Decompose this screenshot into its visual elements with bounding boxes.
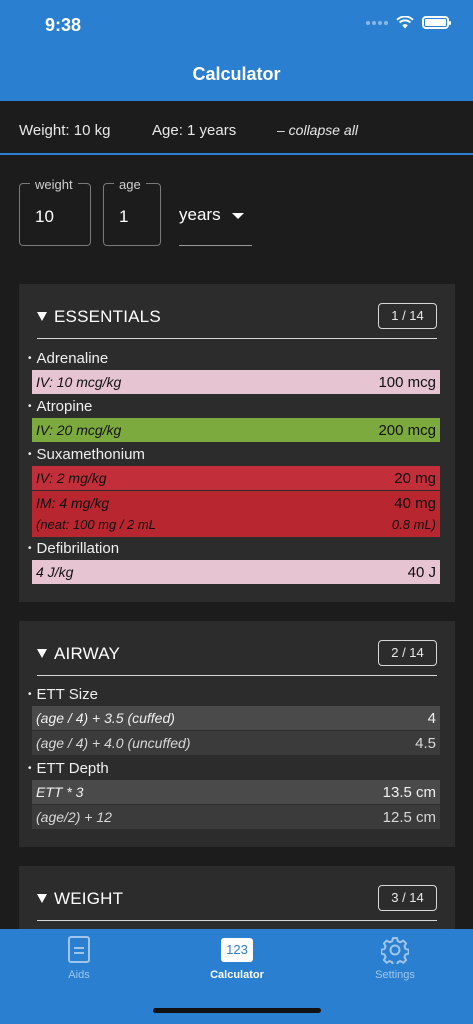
document-icon [68, 936, 90, 963]
summary-age: Age: 1 years [152, 122, 237, 139]
battery-icon [422, 16, 451, 29]
formula-row: (age/2) + 12 12.5 cm [32, 805, 440, 829]
weight-badge: 3 / 14 [378, 885, 437, 911]
tab-calculator[interactable]: 123 Calculator [158, 929, 316, 989]
tab-settings-label: Settings [375, 969, 415, 981]
weight-field-label: weight [30, 177, 78, 192]
calculator-icon: 123 [221, 938, 253, 962]
weight-header[interactable]: WEIGHT 3 / 14 [37, 883, 437, 921]
status-time: 9:38 [45, 15, 82, 35]
essentials-card: ESSENTIALS 1 / 14 • Adrenaline IV: 10 mcg… [19, 284, 455, 602]
home-indicator [153, 1008, 321, 1013]
tab-calculator-label: Calculator [210, 969, 264, 981]
cellular-signal-icon [366, 20, 388, 25]
tab-aids-label: Aids [68, 969, 90, 981]
age-unit-select[interactable]: years [179, 201, 252, 246]
gear-icon [381, 937, 409, 964]
formula-row: (age / 4) + 3.5 (cuffed) 4 [32, 706, 440, 730]
formula-row: (age / 4) + 4.0 (uncuffed) 4.5 [32, 731, 440, 755]
dose-row: IV: 20 mcg/kg 200 mcg [32, 418, 440, 442]
age-field-value[interactable]: 1 [119, 207, 128, 227]
weight-field[interactable]: weight 10 [19, 177, 91, 246]
dose-row: IM: 4 mg/kg 40 mg (neat: 100 mg / 2 mL 0… [32, 491, 440, 537]
item-adrenaline: • Adrenaline [28, 350, 109, 367]
weight-card: WEIGHT 3 / 14 [19, 866, 455, 929]
airway-badge: 2 / 14 [378, 640, 437, 666]
item-ett-depth: • ETT Depth [28, 760, 109, 777]
collapse-triangle-icon [37, 649, 47, 658]
dose-row: IV: 2 mg/kg 20 mg [32, 466, 440, 490]
weight-title: WEIGHT [54, 889, 124, 908]
tab-settings[interactable]: Settings [316, 929, 473, 989]
age-unit-value: years [179, 205, 221, 224]
app-header: 9:38 Calculator [0, 0, 473, 101]
essentials-badge: 1 / 14 [378, 303, 437, 329]
page-title: Calculator [192, 64, 281, 84]
essentials-header[interactable]: ESSENTIALS 1 / 14 [37, 301, 437, 339]
airway-header[interactable]: AIRWAY 2 / 14 [37, 638, 437, 676]
summary-weight: Weight: 10 kg [19, 122, 111, 139]
status-icons [366, 16, 451, 29]
caret-down-icon [232, 213, 244, 219]
collapse-triangle-icon [37, 312, 47, 321]
wifi-icon [396, 16, 414, 29]
airway-card: AIRWAY 2 / 14 • ETT Size (age / 4) + 3.5 … [19, 621, 455, 847]
item-ett-size: • ETT Size [28, 686, 98, 703]
summary-bar: Weight: 10 kg Age: 1 years – collapse al… [0, 101, 473, 155]
collapse-all-button[interactable]: – collapse all [277, 122, 358, 138]
patient-inputs: weight 10 age 1 years [0, 177, 473, 253]
collapse-triangle-icon [37, 894, 47, 903]
item-defibrillation: • Defibrillation [28, 540, 120, 557]
item-atropine: • Atropine [28, 398, 93, 415]
formula-row: ETT * 3 13.5 cm [32, 780, 440, 804]
dose-row: IV: 10 mcg/kg 100 mcg [32, 370, 440, 394]
weight-field-value[interactable]: 10 [35, 207, 54, 227]
age-field[interactable]: age 1 [103, 177, 161, 246]
essentials-title: ESSENTIALS [54, 307, 161, 326]
tab-aids[interactable]: Aids [0, 929, 158, 989]
airway-title: AIRWAY [54, 644, 121, 663]
age-field-label: age [114, 177, 146, 192]
dose-row: 4 J/kg 40 J [32, 560, 440, 584]
item-suxamethonium: • Suxamethonium [28, 446, 145, 463]
